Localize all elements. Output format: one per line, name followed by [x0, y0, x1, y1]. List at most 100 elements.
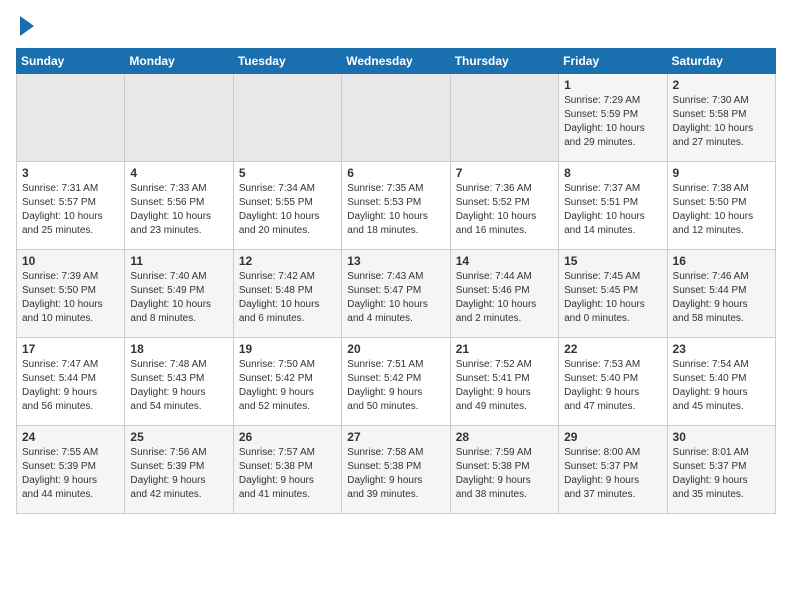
- day-info: Sunrise: 7:47 AM Sunset: 5:44 PM Dayligh…: [22, 358, 119, 414]
- day-info: Sunrise: 7:31 AM Sunset: 5:57 PM Dayligh…: [22, 182, 119, 238]
- calendar-cell: [342, 74, 450, 162]
- day-number: 1: [564, 78, 661, 92]
- day-number: 12: [239, 254, 336, 268]
- weekday-header-tuesday: Tuesday: [233, 49, 341, 74]
- day-info: Sunrise: 7:59 AM Sunset: 5:38 PM Dayligh…: [456, 446, 553, 502]
- day-number: 20: [347, 342, 444, 356]
- weekday-header-thursday: Thursday: [450, 49, 558, 74]
- day-number: 23: [673, 342, 770, 356]
- day-info: Sunrise: 7:37 AM Sunset: 5:51 PM Dayligh…: [564, 182, 661, 238]
- day-info: Sunrise: 7:36 AM Sunset: 5:52 PM Dayligh…: [456, 182, 553, 238]
- day-info: Sunrise: 7:51 AM Sunset: 5:42 PM Dayligh…: [347, 358, 444, 414]
- weekday-header-sunday: Sunday: [17, 49, 125, 74]
- weekday-header-monday: Monday: [125, 49, 233, 74]
- day-info: Sunrise: 7:45 AM Sunset: 5:45 PM Dayligh…: [564, 270, 661, 326]
- day-number: 27: [347, 430, 444, 444]
- day-number: 9: [673, 166, 770, 180]
- calendar-cell: 30 Sunrise: 8:01 AM Sunset: 5:37 PM Dayli…: [667, 426, 775, 514]
- day-number: 4: [130, 166, 227, 180]
- day-info: Sunrise: 7:39 AM Sunset: 5:50 PM Dayligh…: [22, 270, 119, 326]
- day-number: 2: [673, 78, 770, 92]
- logo-blue-text: [16, 16, 34, 36]
- day-number: 18: [130, 342, 227, 356]
- day-number: 8: [564, 166, 661, 180]
- calendar-cell: 16 Sunrise: 7:46 AM Sunset: 5:44 PM Dayli…: [667, 250, 775, 338]
- calendar-cell: 11 Sunrise: 7:40 AM Sunset: 5:49 PM Dayli…: [125, 250, 233, 338]
- calendar-cell: 15Sunrise: 7:45 AM Sunset: 5:45 PM Dayli…: [559, 250, 667, 338]
- calendar-cell: 26Sunrise: 7:57 AM Sunset: 5:38 PM Dayli…: [233, 426, 341, 514]
- day-info: Sunrise: 7:58 AM Sunset: 5:38 PM Dayligh…: [347, 446, 444, 502]
- day-info: Sunrise: 7:29 AM Sunset: 5:59 PM Dayligh…: [564, 94, 661, 150]
- day-info: Sunrise: 7:43 AM Sunset: 5:47 PM Dayligh…: [347, 270, 444, 326]
- day-number: 10: [22, 254, 119, 268]
- calendar-cell: 12 Sunrise: 7:42 AM Sunset: 5:48 PM Dayli…: [233, 250, 341, 338]
- day-number: 29: [564, 430, 661, 444]
- calendar-cell: 24 Sunrise: 7:55 AM Sunset: 5:39 PM Dayli…: [17, 426, 125, 514]
- day-number: 17: [22, 342, 119, 356]
- calendar-cell: 23 Sunrise: 7:54 AM Sunset: 5:40 PM Dayli…: [667, 338, 775, 426]
- day-number: 6: [347, 166, 444, 180]
- weekday-header-saturday: Saturday: [667, 49, 775, 74]
- calendar-cell: 20 Sunrise: 7:51 AM Sunset: 5:42 PM Dayli…: [342, 338, 450, 426]
- calendar-cell: 7 Sunrise: 7:36 AM Sunset: 5:52 PM Daylig…: [450, 162, 558, 250]
- day-info: Sunrise: 8:00 AM Sunset: 5:37 PM Dayligh…: [564, 446, 661, 502]
- calendar-cell: 21 Sunrise: 7:52 AM Sunset: 5:41 PM Dayli…: [450, 338, 558, 426]
- day-info: Sunrise: 7:42 AM Sunset: 5:48 PM Dayligh…: [239, 270, 336, 326]
- day-info: Sunrise: 7:46 AM Sunset: 5:44 PM Dayligh…: [673, 270, 770, 326]
- calendar-cell: [450, 74, 558, 162]
- day-info: Sunrise: 7:50 AM Sunset: 5:42 PM Dayligh…: [239, 358, 336, 414]
- weekday-header-friday: Friday: [559, 49, 667, 74]
- calendar-cell: 8 Sunrise: 7:37 AM Sunset: 5:51 PM Daylig…: [559, 162, 667, 250]
- calendar-cell: 19 Sunrise: 7:50 AM Sunset: 5:42 PM Dayli…: [233, 338, 341, 426]
- calendar-body: 1 Sunrise: 7:29 AM Sunset: 5:59 PM Daylig…: [17, 74, 776, 514]
- day-info: Sunrise: 7:52 AM Sunset: 5:41 PM Dayligh…: [456, 358, 553, 414]
- day-info: Sunrise: 7:33 AM Sunset: 5:56 PM Dayligh…: [130, 182, 227, 238]
- calendar-cell: 28 Sunrise: 7:59 AM Sunset: 5:38 PM Dayli…: [450, 426, 558, 514]
- calendar-cell: 3 Sunrise: 7:31 AM Sunset: 5:57 PM Daylig…: [17, 162, 125, 250]
- day-number: 5: [239, 166, 336, 180]
- calendar-cell: 14Sunrise: 7:44 AM Sunset: 5:46 PM Dayli…: [450, 250, 558, 338]
- day-info: Sunrise: 7:35 AM Sunset: 5:53 PM Dayligh…: [347, 182, 444, 238]
- calendar-cell: 4 Sunrise: 7:33 AM Sunset: 5:56 PM Daylig…: [125, 162, 233, 250]
- day-number: 11: [130, 254, 227, 268]
- day-info: Sunrise: 7:34 AM Sunset: 5:55 PM Dayligh…: [239, 182, 336, 238]
- page-header: [16, 16, 776, 36]
- calendar-cell: 2 Sunrise: 7:30 AM Sunset: 5:58 PM Daylig…: [667, 74, 775, 162]
- day-info: Sunrise: 7:48 AM Sunset: 5:43 PM Dayligh…: [130, 358, 227, 414]
- calendar-cell: [17, 74, 125, 162]
- day-number: 3: [22, 166, 119, 180]
- day-number: 21: [456, 342, 553, 356]
- day-number: 30: [673, 430, 770, 444]
- calendar-cell: 9 Sunrise: 7:38 AM Sunset: 5:50 PM Daylig…: [667, 162, 775, 250]
- day-info: Sunrise: 7:30 AM Sunset: 5:58 PM Dayligh…: [673, 94, 770, 150]
- calendar-cell: 22 Sunrise: 7:53 AM Sunset: 5:40 PM Dayli…: [559, 338, 667, 426]
- calendar-cell: 18 Sunrise: 7:48 AM Sunset: 5:43 PM Dayli…: [125, 338, 233, 426]
- day-number: 14: [456, 254, 553, 268]
- day-info: Sunrise: 7:40 AM Sunset: 5:49 PM Dayligh…: [130, 270, 227, 326]
- day-number: 25: [130, 430, 227, 444]
- day-info: Sunrise: 7:53 AM Sunset: 5:40 PM Dayligh…: [564, 358, 661, 414]
- calendar-week-row: 17 Sunrise: 7:47 AM Sunset: 5:44 PM Dayli…: [17, 338, 776, 426]
- day-info: Sunrise: 7:38 AM Sunset: 5:50 PM Dayligh…: [673, 182, 770, 238]
- calendar-table: SundayMondayTuesdayWednesdayThursdayFrid…: [16, 48, 776, 514]
- day-number: 19: [239, 342, 336, 356]
- calendar-cell: 1 Sunrise: 7:29 AM Sunset: 5:59 PM Daylig…: [559, 74, 667, 162]
- calendar-cell: 10 Sunrise: 7:39 AM Sunset: 5:50 PM Dayli…: [17, 250, 125, 338]
- calendar-header: SundayMondayTuesdayWednesdayThursdayFrid…: [17, 49, 776, 74]
- day-number: 28: [456, 430, 553, 444]
- day-info: Sunrise: 7:54 AM Sunset: 5:40 PM Dayligh…: [673, 358, 770, 414]
- day-info: Sunrise: 8:01 AM Sunset: 5:37 PM Dayligh…: [673, 446, 770, 502]
- day-number: 22: [564, 342, 661, 356]
- day-number: 24: [22, 430, 119, 444]
- calendar-cell: [233, 74, 341, 162]
- calendar-week-row: 1 Sunrise: 7:29 AM Sunset: 5:59 PM Daylig…: [17, 74, 776, 162]
- logo-arrow-icon: [20, 16, 34, 36]
- day-number: 7: [456, 166, 553, 180]
- calendar-cell: [125, 74, 233, 162]
- calendar-week-row: 10 Sunrise: 7:39 AM Sunset: 5:50 PM Dayli…: [17, 250, 776, 338]
- calendar-cell: 27 Sunrise: 7:58 AM Sunset: 5:38 PM Dayli…: [342, 426, 450, 514]
- day-number: 16: [673, 254, 770, 268]
- calendar-cell: 6 Sunrise: 7:35 AM Sunset: 5:53 PM Daylig…: [342, 162, 450, 250]
- day-info: Sunrise: 7:55 AM Sunset: 5:39 PM Dayligh…: [22, 446, 119, 502]
- day-info: Sunrise: 7:57 AM Sunset: 5:38 PM Dayligh…: [239, 446, 336, 502]
